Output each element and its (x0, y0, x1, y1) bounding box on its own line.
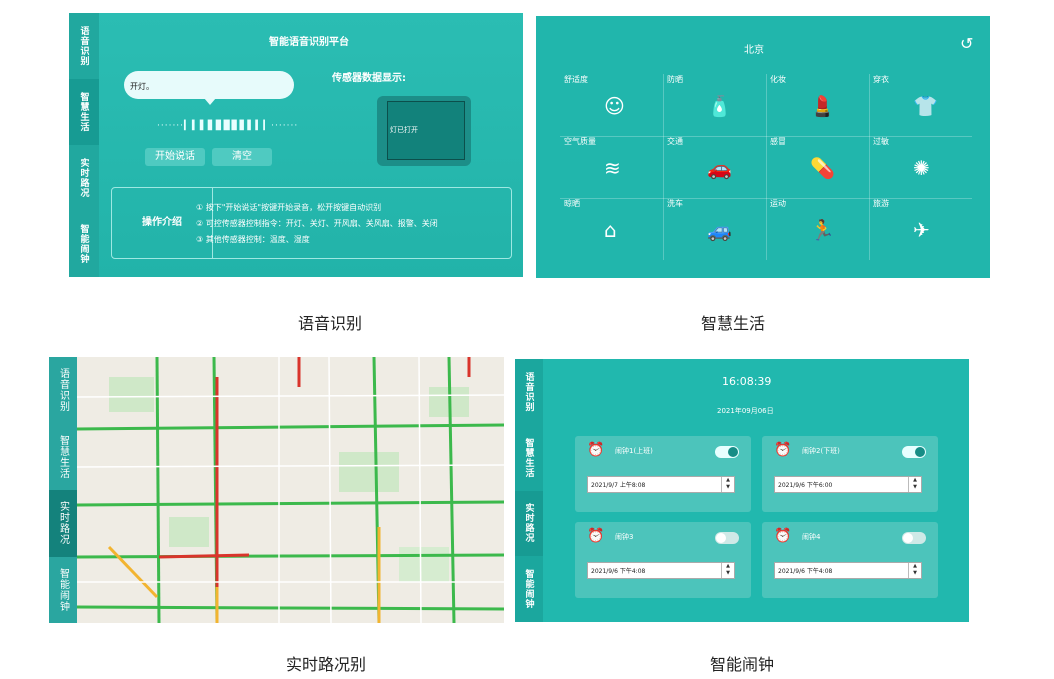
current-date: 2021年09月06日 (717, 407, 774, 415)
spinner-icon[interactable]: ▲ ▼ (721, 477, 734, 492)
instruction-line: ② 可控传感器控制指令：开灯、关灯、开风扇、关风扇、报警、关闭 (196, 219, 438, 228)
tab-traffic[interactable]: 实时路况 (515, 490, 543, 557)
smart-life-panel: 北京 ↺ 舒适度 ☺ 防晒 🧴 化妆 💄 穿衣 👕 空气质量 ≋ 交通 🚗 感冒 💊 过敏 ✺ … (536, 16, 990, 278)
back-icon[interactable]: ↺ (960, 34, 973, 53)
alarm-clock-icon: ⏰ (587, 442, 605, 458)
alarm-toggle[interactable] (715, 532, 739, 544)
sensor-value: 灯已打开 (387, 101, 465, 160)
tab-smart-life[interactable]: 智慧生活 (515, 425, 543, 491)
city-name: 北京 (744, 45, 764, 56)
side-tabs: 语音识别 智慧生活 实时路况 智能闹钟 (49, 357, 77, 623)
plane-icon: ✈ (913, 218, 930, 242)
tab-alarm[interactable]: 智能闹钟 (69, 211, 99, 277)
alarm-card: ⏰ 闹钟2(下班) 2021/9/6 下午6:00 ▲ ▼ (762, 436, 938, 512)
tab-voice[interactable]: 语音识别 (515, 359, 543, 425)
voice-recognition-panel: 语音识别 智慧生活 实时路况 智能闹钟 智能语音识别平台 开灯。 ·······… (69, 13, 523, 277)
sunscreen-icon: 🧴 (707, 94, 732, 118)
speech-bubble: 开灯。 (124, 71, 294, 105)
hanger-icon: ⌂ (604, 218, 617, 242)
traffic-map[interactable] (49, 357, 504, 623)
alarm-card: ⏰ 闹钟4 2021/9/6 下午4:08 ▲ ▼ (762, 522, 938, 598)
clear-button[interactable]: 清空 (212, 148, 272, 166)
spinner-icon[interactable]: ▲ ▼ (908, 563, 921, 578)
tab-traffic[interactable]: 实时路况 (49, 490, 77, 557)
instruction-line: ③ 其他传感器控制：温度、湿度 (196, 235, 310, 244)
tab-voice[interactable]: 语音识别 (69, 13, 99, 79)
life-item[interactable]: 交通 🚗 (663, 136, 766, 198)
life-item[interactable]: 化妆 💄 (766, 74, 869, 136)
alarm-datetime-field[interactable]: 2021/9/6 下午6:00 ▲ ▼ (774, 476, 922, 493)
side-tabs: 语音识别 智慧生活 实时路况 智能闹钟 (69, 13, 99, 277)
alarm-name: 闹钟2(下班) (802, 447, 840, 455)
instructions-list: ① 按下"开始说话"按键开始录音，松开按键自动识别 ② 可控传感器控制指令：开灯… (196, 200, 438, 248)
caption-alarm: 智能闹钟 (709, 655, 774, 674)
life-item[interactable]: 旅游 ✈ (869, 198, 972, 260)
life-item[interactable]: 运动 🏃 (766, 198, 869, 260)
life-item[interactable]: 空气质量 ≋ (560, 136, 663, 198)
side-tabs: 语音识别 智慧生活 实时路况 智能闹钟 (515, 359, 543, 622)
alarm-name: 闹钟4 (802, 533, 821, 541)
alarm-clock-icon: ⏰ (774, 442, 792, 458)
life-item[interactable]: 洗车 🚙 (663, 198, 766, 260)
pill-icon: 💊 (810, 156, 835, 180)
virus-icon: ✺ (913, 156, 930, 180)
life-item[interactable]: 防晒 🧴 (663, 74, 766, 136)
car-icon: 🚗 (707, 156, 732, 180)
waveform-icon: ·······▎▍▌▋▊▉▊▋▌▍▎······· (157, 121, 299, 131)
tab-alarm[interactable]: 智能闹钟 (515, 556, 543, 622)
tshirt-icon: 👕 (913, 94, 938, 118)
alarm-toggle[interactable] (902, 446, 926, 458)
alarm-clock-icon: ⏰ (587, 528, 605, 544)
smile-icon: ☺ (604, 94, 625, 118)
sensor-display: 灯已打开 (377, 96, 471, 166)
life-index-grid: 舒适度 ☺ 防晒 🧴 化妆 💄 穿衣 👕 空气质量 ≋ 交通 🚗 感冒 💊 过敏 ✺ 晾晒 ⌂ 洗… (560, 74, 972, 260)
life-item[interactable]: 舒适度 ☺ (560, 74, 663, 136)
alarm-clock-icon: ⏰ (774, 528, 792, 544)
caption-traffic: 实时路况别 (285, 655, 366, 674)
sensor-title: 传感器数据显示: (332, 73, 406, 84)
alarm-datetime-field[interactable]: 2021/9/6 下午4:08 ▲ ▼ (587, 562, 735, 579)
tab-smart-life[interactable]: 智慧生活 (49, 424, 77, 491)
tab-traffic[interactable]: 实时路况 (69, 145, 99, 211)
life-item[interactable]: 感冒 💊 (766, 136, 869, 198)
instructions-box: 操作介绍 ① 按下"开始说话"按键开始录音，松开按键自动识别 ② 可控传感器控制… (111, 187, 512, 259)
alarm-datetime-field[interactable]: 2021/9/6 下午4:08 ▲ ▼ (774, 562, 922, 579)
current-time: 16:08:39 (722, 375, 772, 388)
start-speaking-button[interactable]: 开始说话 (145, 148, 205, 166)
traffic-panel: 语音识别 智慧生活 实时路况 智能闹钟 (49, 357, 504, 623)
page-title: 智能语音识别平台 (269, 37, 349, 48)
life-item[interactable]: 穿衣 👕 (869, 74, 972, 136)
life-item[interactable]: 晾晒 ⌂ (560, 198, 663, 260)
alarm-toggle[interactable] (902, 532, 926, 544)
running-icon: 🏃 (810, 218, 835, 242)
tab-voice[interactable]: 语音识别 (49, 357, 77, 424)
alarm-name: 闹钟1(上班) (615, 447, 653, 455)
alarm-toggle[interactable] (715, 446, 739, 458)
alarm-card: ⏰ 闹钟3 2021/9/6 下午4:08 ▲ ▼ (575, 522, 751, 598)
alarm-panel: 语音识别 智慧生活 实时路况 智能闹钟 16:08:39 2021年09月06日… (515, 359, 969, 622)
spinner-icon[interactable]: ▲ ▼ (908, 477, 921, 492)
tab-alarm[interactable]: 智能闹钟 (49, 557, 77, 624)
carwash-icon: 🚙 (707, 218, 732, 242)
alarm-name: 闹钟3 (615, 533, 634, 541)
spinner-icon[interactable]: ▲ ▼ (721, 563, 734, 578)
alarm-card: ⏰ 闹钟1(上班) 2021/9/7 上午8:08 ▲ ▼ (575, 436, 751, 512)
alarm-datetime-field[interactable]: 2021/9/7 上午8:08 ▲ ▼ (587, 476, 735, 493)
instruction-line: ① 按下"开始说话"按键开始录音，松开按键自动识别 (196, 203, 382, 212)
cosmetics-icon: 💄 (810, 94, 835, 118)
wind-icon: ≋ (604, 156, 621, 180)
tab-smart-life[interactable]: 智慧生活 (69, 79, 99, 145)
life-item[interactable]: 过敏 ✺ (869, 136, 972, 198)
caption-voice: 语音识别 (297, 314, 362, 333)
caption-life: 智慧生活 (700, 314, 765, 333)
